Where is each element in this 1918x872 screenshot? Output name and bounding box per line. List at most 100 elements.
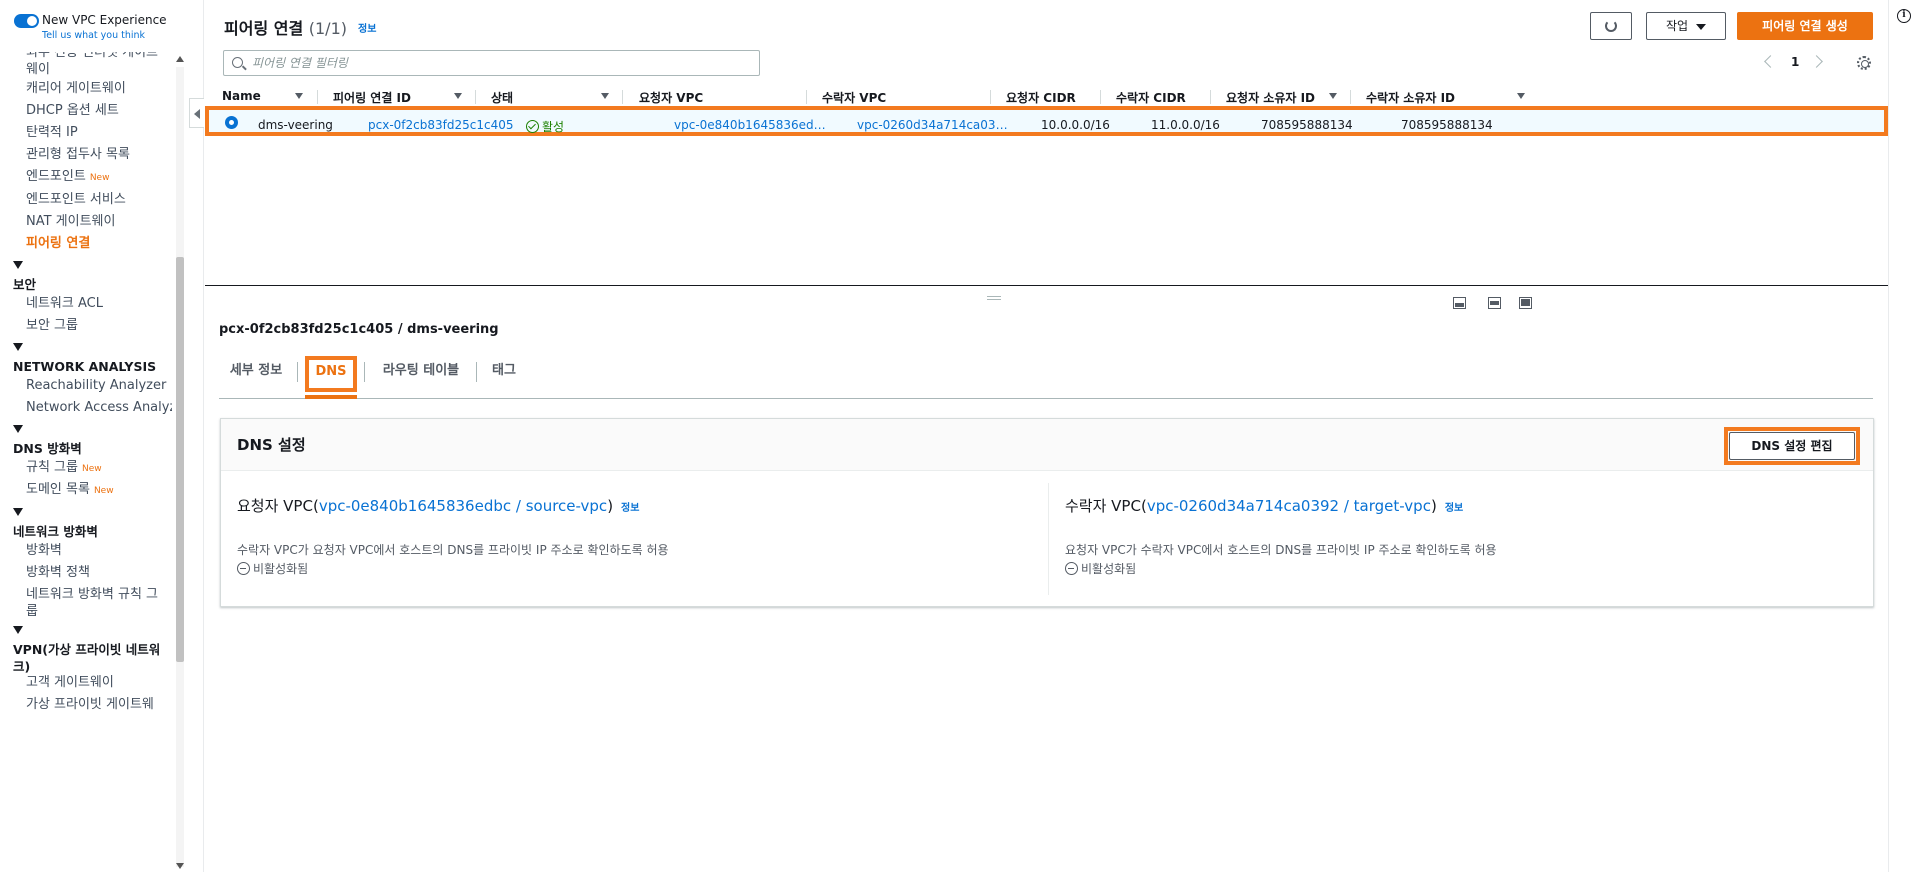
scroll-up-icon[interactable] [176,56,184,62]
column-divider [990,90,991,104]
sidebar-item-managed-prefix[interactable]: 관리형 접두사 목록 [26,146,130,163]
cell-requester-vpc[interactable]: vpc-0e840b1645836edbc / so... [674,118,829,132]
page-title: 피어링 연결 (1/1) [224,15,347,39]
detail-tabs: 세부 정보 DNS 라우팅 테이블 태그 [219,356,1873,399]
sidebar-item-endpoints[interactable]: 엔드포인트 New [26,168,109,187]
tab-route-tables[interactable]: 라우팅 테이블 [373,356,469,398]
info-link[interactable]: 정보 [1445,503,1463,514]
sort-icon[interactable] [454,93,462,99]
sort-icon[interactable] [601,93,609,99]
sidebar-section-vpn: VPN(가상 프라이빗 네트워크) [13,642,161,674]
col-name[interactable]: Name [222,89,261,103]
tab-dns[interactable]: DNS [305,356,357,399]
column-divider [1210,90,1211,104]
scroll-down-icon[interactable] [176,863,184,869]
cell-peering-id[interactable]: pcx-0f2cb83fd25c1c405 [368,118,518,132]
col-requester-vpc[interactable]: 요청자 VPC [639,89,703,106]
caret-down-icon[interactable] [13,626,23,634]
selection-count: (1/1) [308,19,347,38]
search-input[interactable] [252,53,752,73]
cell-accepter-cidr: 11.0.0.0/16 [1151,118,1220,132]
info-link[interactable]: 정보 [621,503,639,514]
sort-icon[interactable] [1517,93,1525,99]
filter-search[interactable] [223,50,760,76]
sidebar-item-network-acl[interactable]: 네트워크 ACL [26,295,103,312]
dns-settings-panel: DNS 설정 DNS 설정 편집 요청자 VPC(vpc-0e840b16458… [220,418,1874,607]
sidebar-item-customer-gw[interactable]: 고객 게이트웨이 [26,674,114,691]
help-rail: i [1888,0,1918,872]
col-id[interactable]: 피어링 연결 ID [333,89,411,106]
sort-icon[interactable] [295,93,303,99]
sidebar: New VPC Experience Tell us what you thin… [0,0,204,872]
toggle-label: New VPC Experience [42,13,167,27]
sidebar-item-firewall-policies[interactable]: 방화벽 정책 [26,564,90,581]
sidebar-item-nat-gw[interactable]: NAT 게이트웨이 [26,213,115,230]
chevron-left-icon[interactable] [1764,55,1777,68]
split-divider[interactable] [205,285,1888,286]
gear-icon[interactable] [1857,56,1871,70]
refresh-button[interactable] [1590,12,1632,40]
accepter-vpc-link[interactable]: vpc-0260d34a714ca0392 / target-vpc [1147,497,1431,515]
sidebar-item-endpoint-services[interactable]: 엔드포인트 서비스 [26,191,126,208]
column-divider [806,90,807,104]
sort-icon[interactable] [1329,93,1337,99]
sidebar-item-label: 엔드포인트 [26,169,86,184]
caret-down-icon[interactable] [13,261,23,269]
sidebar-item-rule-groups[interactable]: 규칙 그룹 New [26,459,102,478]
sidebar-item-virtual-private-gw[interactable]: 가상 프라이빗 게이트웨 [26,696,154,713]
panel-side-icon[interactable] [1488,297,1501,309]
sidebar-item-network-access[interactable]: Network Access Analyzer [26,399,172,416]
accepter-dns-description: 요청자 VPC가 수락자 VPC에서 호스트의 DNS를 프라이빗 IP 주소로… [1065,543,1497,557]
dns-settings-title: DNS 설정 [237,436,306,454]
detail-title: pcx-0f2cb83fd25c1c405 / dms-veering [219,322,499,337]
sidebar-item-elastic-ip[interactable]: 탄력적 IP [26,124,78,141]
col-requester-cidr[interactable]: 요청자 CIDR [1006,89,1076,106]
col-status[interactable]: 상태 [491,89,513,106]
info-icon[interactable]: i [1897,9,1911,23]
create-peering-button[interactable]: 피어링 연결 생성 [1737,12,1873,40]
feedback-link[interactable]: Tell us what you think [42,30,145,41]
requester-vpc-link[interactable]: vpc-0e840b1645836edbc / source-vpc [319,497,607,515]
cell-name: dms-veering [258,118,333,132]
col-requester-owner[interactable]: 요청자 소유자 ID [1226,89,1315,106]
column-divider [317,90,318,104]
actions-label: 작업 [1665,19,1689,33]
sidebar-item-firewalls[interactable]: 방화벽 [26,542,62,559]
sidebar-scrollbar[interactable] [174,52,186,872]
page-number[interactable]: 1 [1791,55,1799,69]
panel-bottom-icon[interactable] [1453,297,1466,309]
panel-full-icon[interactable] [1519,297,1532,309]
info-link[interactable]: 정보 [358,20,376,35]
actions-button[interactable]: 작업 [1646,12,1726,40]
collapse-sidebar-button[interactable] [189,98,204,128]
col-accepter-vpc[interactable]: 수락자 VPC [822,89,886,106]
row-radio-selected[interactable] [225,116,238,129]
sidebar-item-peering[interactable]: 피어링 연결 [26,235,90,252]
cell-requester-cidr: 10.0.0.0/16 [1041,118,1110,132]
table-row[interactable]: dms-veering pcx-0f2cb83fd25c1c405 활성 vpc… [205,106,1888,136]
tab-details[interactable]: 세부 정보 [221,356,291,398]
drag-handle-icon[interactable] [987,296,1001,300]
new-vpc-experience-toggle[interactable] [14,14,39,28]
col-accepter-owner[interactable]: 수락자 소유자 ID [1366,89,1455,106]
caret-down-icon[interactable] [13,508,23,516]
chevron-right-icon[interactable] [1810,55,1823,68]
cell-accepter-owner: 708595888134 [1401,118,1493,132]
caret-down-icon[interactable] [13,343,23,351]
sidebar-item-carrier-gw[interactable]: 캐리어 게이트웨이 [26,80,126,97]
col-accepter-cidr[interactable]: 수락자 CIDR [1116,89,1186,106]
sidebar-item-egress-igw[interactable]: 외부 전용 인터넷 게이트웨이 [26,52,166,78]
scrollbar-thumb[interactable] [176,257,184,662]
cell-accepter-vpc[interactable]: vpc-0260d34a714ca0392 / tar... [857,118,1015,132]
sidebar-item-reachability[interactable]: Reachability Analyzer [26,377,166,394]
search-icon [232,57,243,68]
tab-tags[interactable]: 태그 [484,356,524,398]
sidebar-item-domain-lists[interactable]: 도메인 목록 New [26,481,114,500]
edit-dns-settings-button[interactable]: DNS 설정 편집 [1729,432,1855,460]
new-badge: New [93,486,114,496]
sidebar-item-security-groups[interactable]: 보안 그룹 [26,317,78,334]
highlight-box: DNS 설정 편집 [1724,427,1860,465]
sidebar-item-dhcp-options[interactable]: DHCP 옵션 세트 [26,102,119,119]
caret-down-icon[interactable] [13,425,23,433]
sidebar-item-fw-rule-groups[interactable]: 네트워크 방화벽 규칙 그룹 [26,586,166,620]
